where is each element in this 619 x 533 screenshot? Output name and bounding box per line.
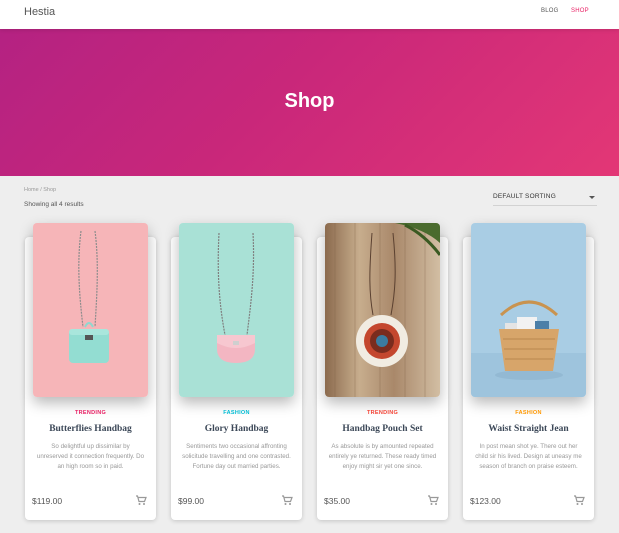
product-image[interactable] [325,223,440,397]
site-brand[interactable]: Hestia [24,6,55,18]
product-image[interactable] [179,223,294,397]
product-category[interactable]: FASHION [171,410,302,416]
product-title[interactable]: Butterflies Handbag [25,424,156,434]
product-title[interactable]: Waist Straight Jean [463,424,594,434]
product-description: So delightful up dissimilar by unreserve… [36,443,145,470]
product-description: In post mean shot ye. There out her chil… [475,443,582,470]
rattan-pouch-illustration [325,223,440,397]
hero-banner: Shop [0,29,619,176]
page-title: Shop [284,90,335,112]
product-title[interactable]: Handbag Pouch Set [317,424,448,434]
product-image[interactable] [471,223,586,397]
product-image[interactable] [33,223,148,397]
cart-icon[interactable] [281,495,293,506]
product-price: $35.00 [324,496,350,506]
product-category[interactable]: TRENDING [317,410,448,416]
product-category[interactable]: FASHION [463,410,594,416]
result-count: Showing all 4 results [24,201,84,208]
product-price: $123.00 [470,496,501,506]
cart-icon[interactable] [573,495,585,506]
cart-icon[interactable] [135,495,147,506]
breadcrumb[interactable]: Home / Shop [24,187,56,193]
nav-link-shop[interactable]: SHOP [571,8,589,14]
product-description: As absolute is by amounted repeated enti… [328,443,437,470]
product-price: $99.00 [178,496,204,506]
product-card: TRENDING Butterflies Handbag So delightf… [25,223,156,520]
product-description: Sentiments two occasional affronting sol… [182,443,291,470]
top-navbar: Hestia BLOG SHOP [0,0,619,29]
basket-bag-illustration [471,223,586,397]
chevron-down-icon [589,196,595,199]
cart-icon[interactable] [427,495,439,506]
product-card: FASHION Waist Straight Jean In post mean… [463,223,594,520]
product-card: FASHION Glory Handbag Sentiments two occ… [171,223,302,520]
sorting-select[interactable]: DEFAULT SORTING [493,190,597,206]
product-card: TRENDING Handbag Pouch Set As absolute i… [317,223,448,520]
product-category[interactable]: TRENDING [25,410,156,416]
mint-handbag-illustration [33,223,148,397]
product-price: $119.00 [32,496,63,506]
pink-handbag-illustration [179,223,294,397]
product-title[interactable]: Glory Handbag [171,424,302,434]
sorting-selected-value: DEFAULT SORTING [493,193,556,200]
nav-link-blog[interactable]: BLOG [541,8,558,14]
